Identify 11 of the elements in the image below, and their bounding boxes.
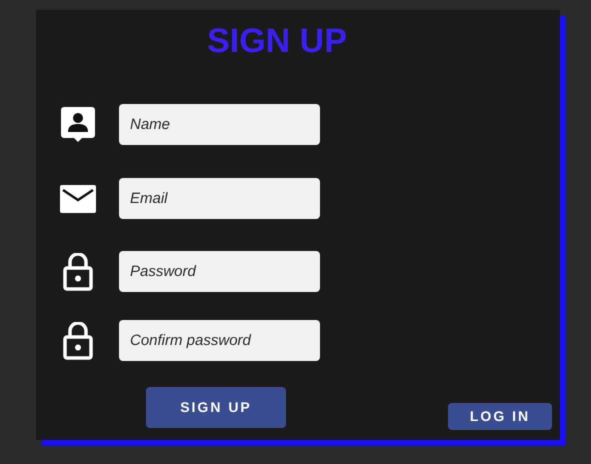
page-title: SIGN UP [206,21,348,58]
person-icon [60,106,94,142]
input-field[interactable]: Password [119,251,320,292]
lock-icon [62,322,92,360]
lock-icon [62,252,92,290]
input-field[interactable]: Confirm password [119,320,320,361]
log-in-button[interactable]: LOG IN [448,403,552,430]
input-field[interactable]: Email [119,178,320,219]
sign-up-button[interactable]: SIGN UP [146,387,286,428]
mail-icon [60,184,96,212]
input-field[interactable]: Name [119,104,320,145]
